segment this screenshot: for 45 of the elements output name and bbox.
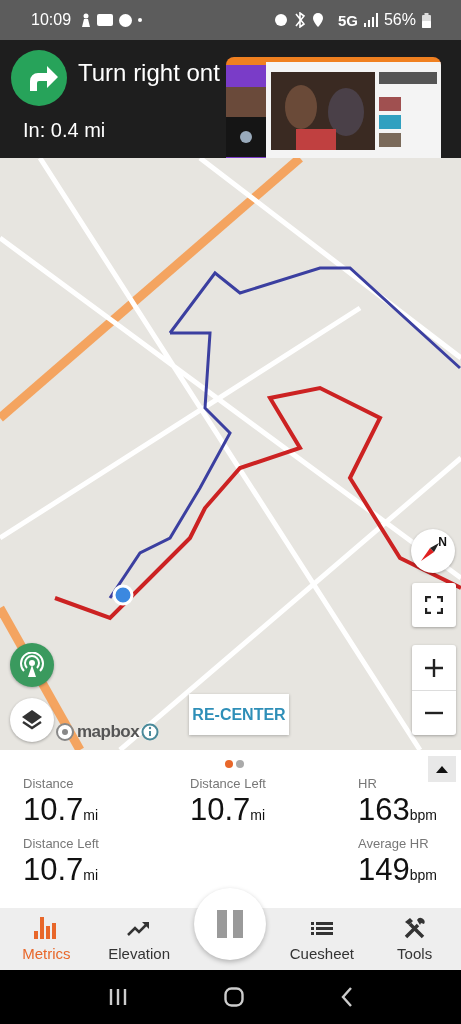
mapbox-logo: mapbox: [77, 722, 140, 742]
broadcast-icon: [19, 652, 45, 678]
info-icon[interactable]: [141, 723, 160, 741]
compass-needle-icon: [419, 541, 441, 563]
ball-icon: [119, 13, 133, 27]
recenter-button[interactable]: RE-CENTER: [189, 694, 289, 735]
bar-chart-icon: [34, 916, 59, 939]
dot-icon: [138, 18, 143, 22]
network-type: 5G: [337, 11, 358, 29]
clock-time: 10:09: [31, 11, 72, 29]
metric-label: Distance Left: [190, 776, 267, 791]
fullscreen-icon: [425, 596, 443, 614]
minus-icon: [424, 711, 444, 715]
metric-value: 10.7mi: [23, 851, 100, 889]
pause-icon: [216, 910, 244, 938]
caret-up-icon: [436, 765, 448, 773]
metric-value: 10.7mi: [190, 791, 267, 829]
metric-label: Average HR: [358, 836, 430, 851]
nav-tab[interactable]: Elevation: [92, 908, 186, 970]
pause-button[interactable]: [194, 888, 266, 960]
metric-value: 163bpm: [358, 791, 438, 829]
metric-label: Distance: [23, 776, 75, 791]
metric-label: HR: [358, 776, 378, 791]
home-icon[interactable]: [224, 987, 245, 1007]
metric-label: Distance Left: [23, 836, 100, 851]
layers-icon: [20, 708, 44, 732]
plus-icon: [424, 657, 444, 678]
distance-to-turn: In: 0.4 mi: [23, 119, 107, 142]
nav-tab[interactable]: Cuesheet: [275, 908, 369, 970]
tools-icon: [402, 916, 427, 939]
back-icon[interactable]: [340, 987, 353, 1007]
mapbox-logo-icon: [55, 722, 75, 742]
message-icon: [97, 14, 114, 26]
instruction-text: Turn right ont: [78, 59, 220, 87]
signal-icon: [363, 13, 378, 27]
battery-percent: 56%: [383, 11, 416, 29]
turn-right-icon: [11, 50, 67, 106]
metric-value: 149bpm: [358, 851, 438, 889]
battery-icon: [422, 12, 431, 28]
recent-apps-icon[interactable]: [108, 988, 129, 1006]
expand-button[interactable]: [428, 756, 456, 782]
person-icon: [81, 13, 92, 27]
fullscreen-button[interactable]: [412, 583, 456, 627]
metric-value: 10.7mi: [23, 791, 100, 829]
nav-tab[interactable]: Tools: [368, 908, 461, 970]
